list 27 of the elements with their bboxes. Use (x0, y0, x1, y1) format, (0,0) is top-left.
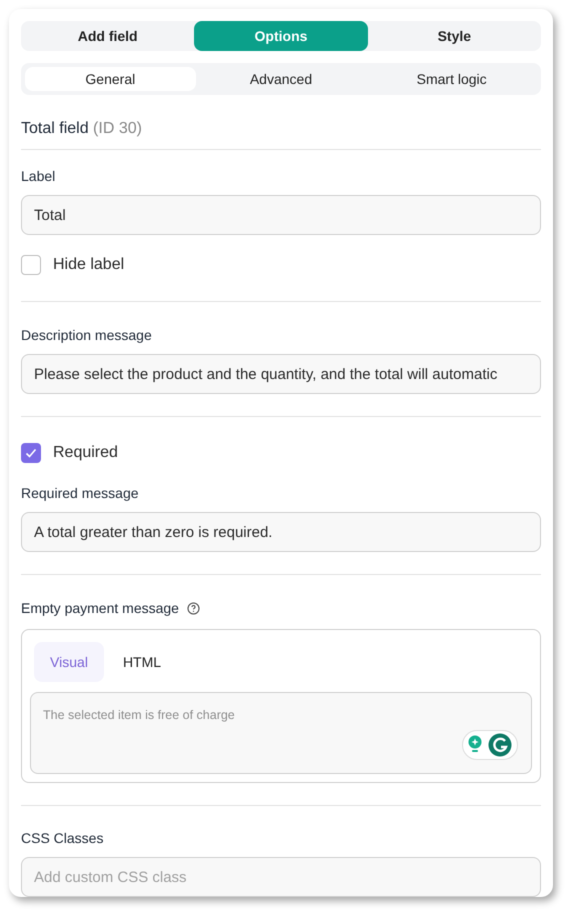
field-label: Label (21, 167, 56, 186)
checkbox[interactable] (21, 443, 41, 463)
checkbox-label: Hide label (53, 255, 124, 275)
tab[interactable]: Style (368, 21, 541, 51)
input-field[interactable]: Please select the product and the quantity, and the total will automatic (21, 354, 541, 394)
tab[interactable]: Advanced (196, 67, 366, 91)
checkbox[interactable] (21, 255, 41, 275)
editor-tab[interactable]: Visual (34, 642, 104, 682)
tab[interactable]: Smart logic (366, 67, 537, 91)
input-field[interactable]: Add custom CSS class (21, 857, 541, 897)
field-label: Required message (21, 484, 140, 503)
input-field[interactable]: Total (21, 195, 541, 235)
checkbox-label: Required (53, 443, 118, 463)
field-label: Description message (21, 326, 153, 345)
help-icon[interactable] (186, 602, 200, 615)
tab[interactable]: General (25, 67, 196, 91)
field-label: CSS Classes (21, 829, 104, 848)
grammar-icon (488, 733, 512, 757)
editor-tab[interactable]: HTML (107, 642, 177, 682)
field-label: Empty payment message (21, 599, 179, 618)
check-icon (24, 446, 38, 460)
tab[interactable]: Add field (21, 21, 194, 51)
text-area[interactable]: The selected item is free of charge (31, 693, 531, 773)
bulb-icon (468, 735, 482, 755)
assistant-widget[interactable] (462, 730, 518, 760)
field-title: Total field (ID 30) (21, 120, 142, 137)
input-field[interactable]: A total greater than zero is required. (21, 512, 541, 552)
